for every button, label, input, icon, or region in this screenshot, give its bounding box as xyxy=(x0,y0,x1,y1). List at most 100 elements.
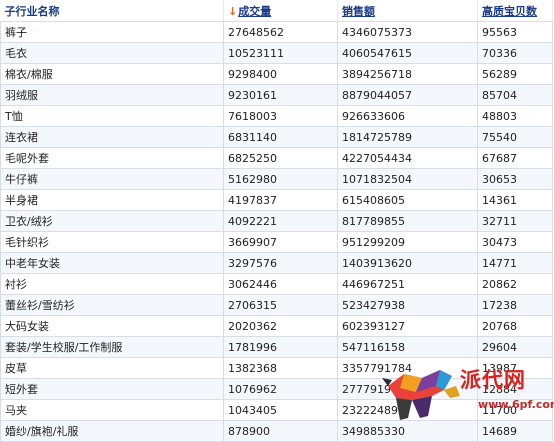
header-volume[interactable]: ↓成交量 xyxy=(223,0,338,22)
cell-category-name: 套装/学生校服/工作制服 xyxy=(0,336,224,358)
cell-volume: 3297576 xyxy=(223,252,338,274)
cell-category-name: T恤 xyxy=(0,105,224,127)
cell-sales: 615408605 xyxy=(337,189,478,211)
cell-volume: 878900 xyxy=(223,420,338,442)
cell-category-name: 毛呢外套 xyxy=(0,147,224,169)
cell-sales: 817789855 xyxy=(337,210,478,232)
table-row: 半身裙 4197837 615408605 14361 xyxy=(0,189,553,211)
cell-sales: 1071832504 xyxy=(337,168,478,190)
cell-items: 95563 xyxy=(477,21,553,43)
cell-volume: 1781996 xyxy=(223,336,338,358)
cell-sales: 4227054434 xyxy=(337,147,478,169)
cell-sales: 3357791784 xyxy=(337,357,478,379)
cell-items: 30653 xyxy=(477,168,553,190)
cell-category-name: 大码女装 xyxy=(0,315,224,337)
table-row: 裤子 27648562 4346075373 95563 xyxy=(0,21,553,43)
cell-category-name: 马夹 xyxy=(0,399,224,421)
header-items[interactable]: 高质宝贝数 xyxy=(477,0,553,22)
cell-category-name: 中老年女装 xyxy=(0,252,224,274)
cell-items: 14689 xyxy=(477,420,553,442)
table-row: 短外套 1076962 277791905 12884 xyxy=(0,378,553,400)
cell-items: 11700 xyxy=(477,399,553,421)
cell-category-name: 牛仔裤 xyxy=(0,168,224,190)
table-row: 毛衣 10523111 4060547615 70336 xyxy=(0,42,553,64)
cell-items: 20768 xyxy=(477,315,553,337)
cell-items: 70336 xyxy=(477,42,553,64)
cell-volume: 1043405 xyxy=(223,399,338,421)
cell-category-name: 连衣裙 xyxy=(0,126,224,148)
table-row: 棉衣/棉服 9298400 3894256718 56289 xyxy=(0,63,553,85)
table-row: 牛仔裤 5162980 1071832504 30653 xyxy=(0,168,553,190)
cell-volume: 7618003 xyxy=(223,105,338,127)
category-sales-table: 子行业名称 ↓成交量 销售额 高质宝贝数 裤子 27648562 434607537… xyxy=(0,0,553,442)
sort-volume-link[interactable]: 成交量 xyxy=(238,5,271,18)
cell-category-name: 毛衣 xyxy=(0,42,224,64)
cell-sales: 3894256718 xyxy=(337,63,478,85)
cell-category-name: 卫衣/绒衫 xyxy=(0,210,224,232)
cell-category-name: 毛针织衫 xyxy=(0,231,224,253)
table-row: 马夹 1043405 232224899 11700 xyxy=(0,399,553,421)
cell-sales: 951299209 xyxy=(337,231,478,253)
cell-volume: 1382368 xyxy=(223,357,338,379)
cell-category-name: 棉衣/棉服 xyxy=(0,63,224,85)
cell-volume: 3669907 xyxy=(223,231,338,253)
cell-sales: 8879044057 xyxy=(337,84,478,106)
cell-category-name: 半身裙 xyxy=(0,189,224,211)
cell-volume: 2706315 xyxy=(223,294,338,316)
cell-sales: 547116158 xyxy=(337,336,478,358)
cell-items: 29604 xyxy=(477,336,553,358)
cell-items: 30473 xyxy=(477,231,553,253)
cell-items: 14771 xyxy=(477,252,553,274)
table-row: T恤 7618003 926633606 48803 xyxy=(0,105,553,127)
cell-category-name: 皮草 xyxy=(0,357,224,379)
cell-items: 75540 xyxy=(477,126,553,148)
cell-volume: 9298400 xyxy=(223,63,338,85)
cell-items: 14361 xyxy=(477,189,553,211)
table-row: 卫衣/绒衫 4092221 817789855 32711 xyxy=(0,210,553,232)
cell-volume: 27648562 xyxy=(223,21,338,43)
cell-volume: 3062446 xyxy=(223,273,338,295)
cell-items: 48803 xyxy=(477,105,553,127)
cell-volume: 6831140 xyxy=(223,126,338,148)
table-row: 大码女装 2020362 602393127 20768 xyxy=(0,315,553,337)
header-sales[interactable]: 销售额 xyxy=(337,0,478,22)
table-row: 毛针织衫 3669907 951299209 30473 xyxy=(0,231,553,253)
cell-sales: 277791905 xyxy=(337,378,478,400)
cell-items: 17238 xyxy=(477,294,553,316)
table-row: 衬衫 3062446 446967251 20862 xyxy=(0,273,553,295)
cell-sales: 1403913620 xyxy=(337,252,478,274)
cell-volume: 10523111 xyxy=(223,42,338,64)
table-row: 中老年女装 3297576 1403913620 14771 xyxy=(0,252,553,274)
table-row: 蕾丝衫/雪纺衫 2706315 523427938 17238 xyxy=(0,294,553,316)
cell-volume: 4197837 xyxy=(223,189,338,211)
table-header-row: 子行业名称 ↓成交量 销售额 高质宝贝数 xyxy=(0,0,553,22)
cell-volume: 2020362 xyxy=(223,315,338,337)
header-category: 子行业名称 xyxy=(0,0,224,22)
cell-items: 13987 xyxy=(477,357,553,379)
table-row: 羽绒服 9230161 8879044057 85704 xyxy=(0,84,553,106)
cell-volume: 9230161 xyxy=(223,84,338,106)
table-row: 毛呢外套 6825250 4227054434 67687 xyxy=(0,147,553,169)
cell-sales: 523427938 xyxy=(337,294,478,316)
table-row: 套装/学生校服/工作制服 1781996 547116158 29604 xyxy=(0,336,553,358)
table-row: 婚纱/旗袍/礼服 878900 349885330 14689 xyxy=(0,420,553,442)
cell-sales: 926633606 xyxy=(337,105,478,127)
sort-desc-icon: ↓ xyxy=(228,4,238,18)
table-row: 连衣裙 6831140 1814725789 75540 xyxy=(0,126,553,148)
cell-category-name: 衬衫 xyxy=(0,273,224,295)
cell-sales: 4346075373 xyxy=(337,21,478,43)
cell-items: 20862 xyxy=(477,273,553,295)
cell-category-name: 羽绒服 xyxy=(0,84,224,106)
cell-sales: 1814725789 xyxy=(337,126,478,148)
cell-items: 67687 xyxy=(477,147,553,169)
cell-sales: 446967251 xyxy=(337,273,478,295)
cell-volume: 6825250 xyxy=(223,147,338,169)
cell-volume: 4092221 xyxy=(223,210,338,232)
cell-sales: 349885330 xyxy=(337,420,478,442)
cell-category-name: 短外套 xyxy=(0,378,224,400)
cell-items: 85704 xyxy=(477,84,553,106)
cell-items: 12884 xyxy=(477,378,553,400)
sort-items-link[interactable]: 高质宝贝数 xyxy=(482,5,537,18)
sort-sales-link[interactable]: 销售额 xyxy=(342,5,375,18)
cell-sales: 232224899 xyxy=(337,399,478,421)
